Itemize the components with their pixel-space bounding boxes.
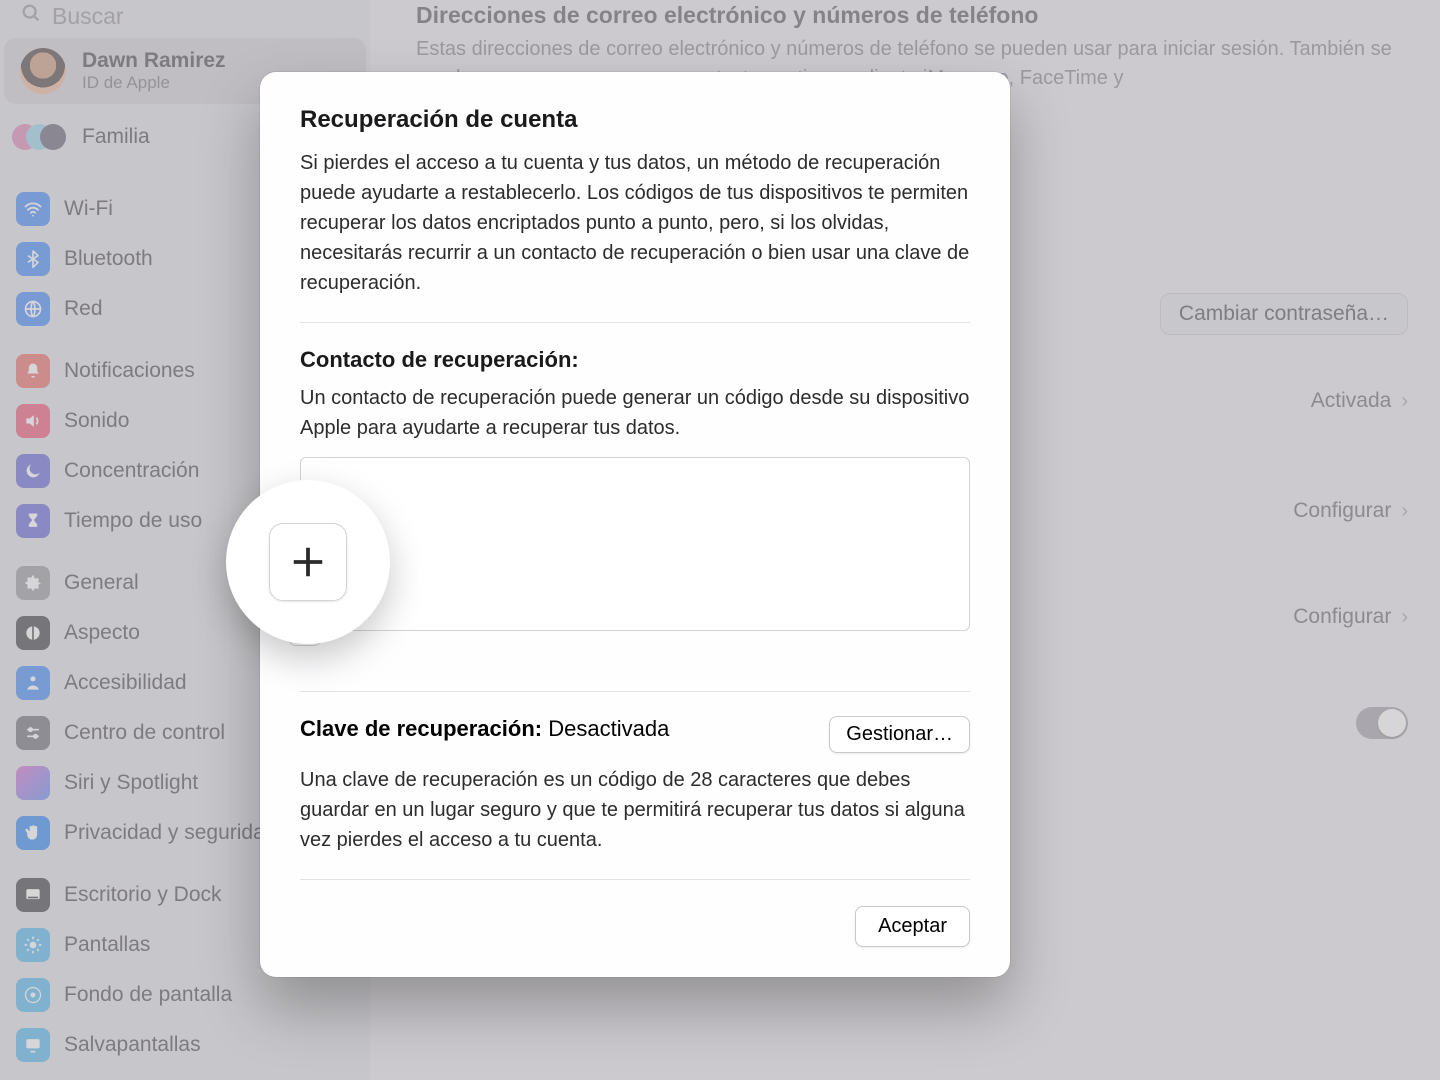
accept-button[interactable]: Aceptar: [855, 906, 970, 947]
modal-intro: Si pierdes el acceso a tu cuenta y tus d…: [300, 148, 970, 298]
recovery-key-status: Desactivada: [548, 716, 669, 741]
zoom-callout: [226, 480, 390, 644]
manage-recovery-key-button[interactable]: Gestionar…: [829, 716, 970, 753]
plus-icon: [289, 543, 327, 581]
recovery-key-heading: Clave de recuperación: Desactivada: [300, 716, 669, 742]
recovery-key-desc: Una clave de recuperación es un código d…: [300, 765, 970, 855]
add-recovery-contact-button-zoom[interactable]: [269, 523, 347, 601]
recovery-contact-heading: Contacto de recuperación:: [300, 347, 970, 373]
modal-title: Recuperación de cuenta: [300, 106, 970, 134]
recovery-contact-desc: Un contacto de recuperación puede genera…: [300, 383, 970, 443]
recovery-contact-list: [300, 457, 970, 631]
